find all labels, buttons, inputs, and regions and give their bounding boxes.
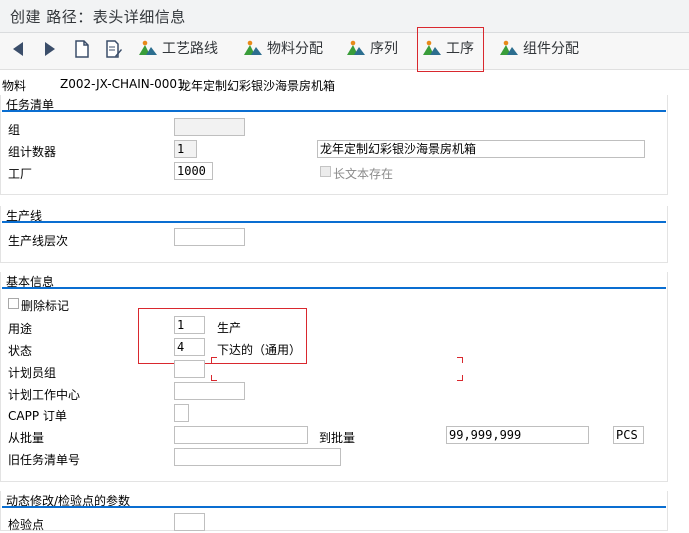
component-assignment-button[interactable]: 组件分配 (499, 33, 579, 63)
dynamic-divider (2, 506, 666, 508)
sequence-label: 序列 (370, 41, 398, 57)
bracket-bl (211, 375, 217, 381)
mountain-icon (139, 40, 157, 55)
task-list-description-field[interactable]: 龙年定制幻彩银沙海景房机箱 (317, 140, 645, 158)
title-bar: 创建 路径：表头详细信息 (0, 0, 689, 33)
routing-label: 工艺路线 (162, 41, 218, 57)
from-lot-field[interactable] (174, 426, 308, 444)
bracket-br (457, 375, 463, 381)
toolbar: 工艺路线 物料分配 序列 工序 组件分配 (0, 33, 689, 70)
plan-work-center-field[interactable] (174, 382, 245, 400)
plant-field[interactable]: 1000 (174, 162, 213, 180)
usage-status-highlight (138, 308, 307, 364)
old-task-list-field[interactable] (174, 448, 341, 466)
new-document-icon[interactable] (72, 39, 92, 59)
plant-label: 工厂 (8, 167, 33, 181)
mountain-icon (347, 40, 365, 55)
production-line-divider (2, 221, 666, 223)
to-lot-field[interactable]: 99,999,999 (446, 426, 589, 444)
capp-order-label: CAPP 订单 (8, 409, 67, 423)
line-level-field[interactable] (174, 228, 245, 246)
status-label: 状态 (8, 344, 33, 358)
plan-work-center-label: 计划工作中心 (8, 388, 81, 402)
unit-field[interactable]: PCS (613, 426, 644, 444)
group-label: 组 (8, 123, 21, 137)
capp-order-field[interactable] (174, 404, 189, 422)
material-description: 龙年定制幻彩银沙海景房机箱 (179, 79, 336, 93)
sequence-button[interactable]: 序列 (346, 33, 398, 63)
deletion-flag-label: 删除标记 (21, 299, 70, 313)
long-text-label: 长文本存在 (333, 167, 394, 181)
inspection-point-field[interactable] (174, 513, 205, 531)
forward-icon[interactable] (40, 39, 60, 59)
task-list-divider (2, 110, 666, 112)
mountain-icon (244, 40, 262, 55)
component-assignment-label: 组件分配 (523, 41, 579, 57)
mountain-icon (500, 40, 518, 55)
bracket-tr (457, 357, 463, 363)
bracket-tl (211, 357, 217, 363)
deletion-flag-checkbox[interactable] (8, 298, 19, 309)
inspection-point-label: 检验点 (8, 518, 45, 532)
to-lot-label: 到批量 (319, 431, 356, 445)
operation-highlight (417, 27, 484, 72)
edit-document-icon[interactable] (104, 39, 124, 59)
group-counter-field[interactable]: 1 (174, 140, 197, 158)
group-counter-label: 组计数器 (8, 145, 57, 159)
material-label: 物料 (2, 79, 27, 93)
planner-group-label: 计划员组 (8, 366, 57, 380)
line-level-label: 生产线层次 (8, 234, 69, 248)
usage-label: 用途 (8, 322, 33, 336)
material-code: Z002-JX-CHAIN-0001 (60, 77, 185, 91)
material-assignment-button[interactable]: 物料分配 (243, 33, 323, 63)
page-title: 创建 路径：表头详细信息 (10, 8, 186, 26)
old-task-list-label: 旧任务清单号 (8, 453, 81, 467)
basic-info-divider (2, 287, 666, 289)
from-lot-label: 从批量 (8, 431, 45, 445)
planner-group-field[interactable] (174, 360, 205, 378)
material-assignment-label: 物料分配 (267, 41, 323, 57)
routing-button[interactable]: 工艺路线 (138, 33, 218, 63)
group-field[interactable] (174, 118, 245, 136)
back-icon[interactable] (8, 39, 28, 59)
production-line-section (0, 206, 668, 263)
long-text-checkbox[interactable] (320, 166, 331, 177)
